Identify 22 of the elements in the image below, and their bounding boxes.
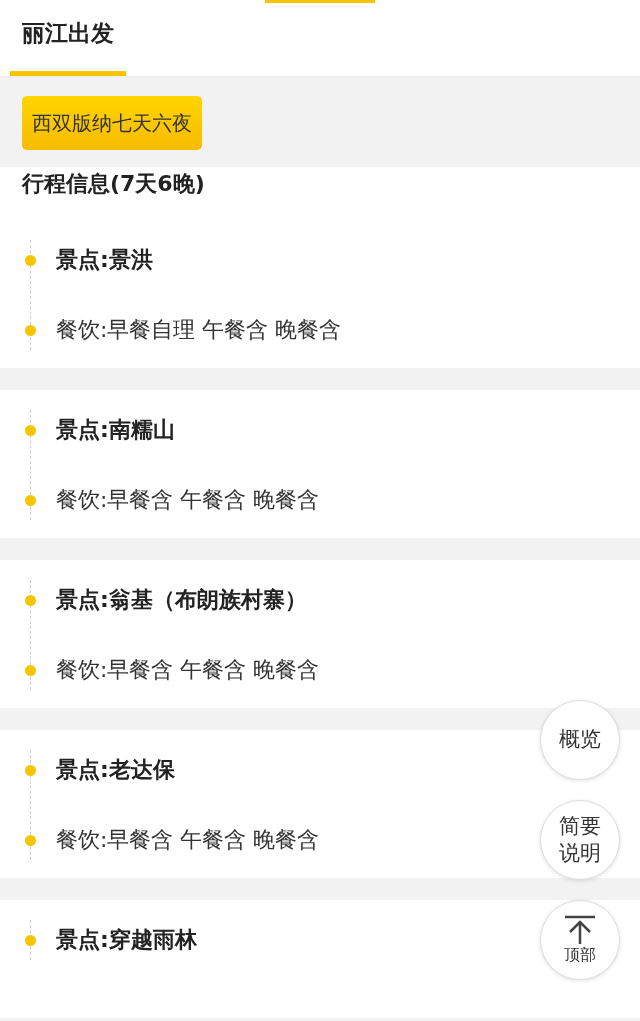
timeline-dot	[25, 254, 36, 266]
route-chip[interactable]: 西双版纳七天六夜	[22, 96, 202, 150]
timeline-dot	[25, 834, 36, 846]
timeline-dot	[25, 934, 36, 946]
timeline-dot	[25, 764, 36, 776]
arrow-up-icon	[562, 914, 598, 945]
section-title: 行程信息(7天6晚)	[22, 171, 205, 196]
timeline-dot	[25, 494, 36, 506]
timeline-dot	[25, 324, 36, 336]
meal-text: 餐饮:早餐含 午餐含 晚餐含	[56, 656, 320, 684]
timeline-dot	[25, 594, 36, 606]
attraction-text: 景点:老达保	[56, 756, 175, 784]
tab[interactable]: 丽江出发	[10, 4, 126, 76]
attraction-text: 景点:南糯山	[56, 416, 175, 444]
timeline-dot	[25, 664, 36, 676]
meal-text: 餐饮:早餐含 午餐含 晚餐含	[56, 486, 320, 514]
attraction-text: 景点:景洪	[56, 246, 153, 274]
timeline-dot	[25, 424, 36, 436]
attraction-text: 景点:穿越雨林	[56, 926, 197, 954]
attraction-text: 景点:翁基（布朗族村寨）	[56, 586, 307, 614]
meal-text: 餐饮:早餐自理 午餐含 晚餐含	[56, 316, 342, 344]
meal-text: 餐饮:早餐含 午餐含 晚餐含	[56, 826, 320, 854]
